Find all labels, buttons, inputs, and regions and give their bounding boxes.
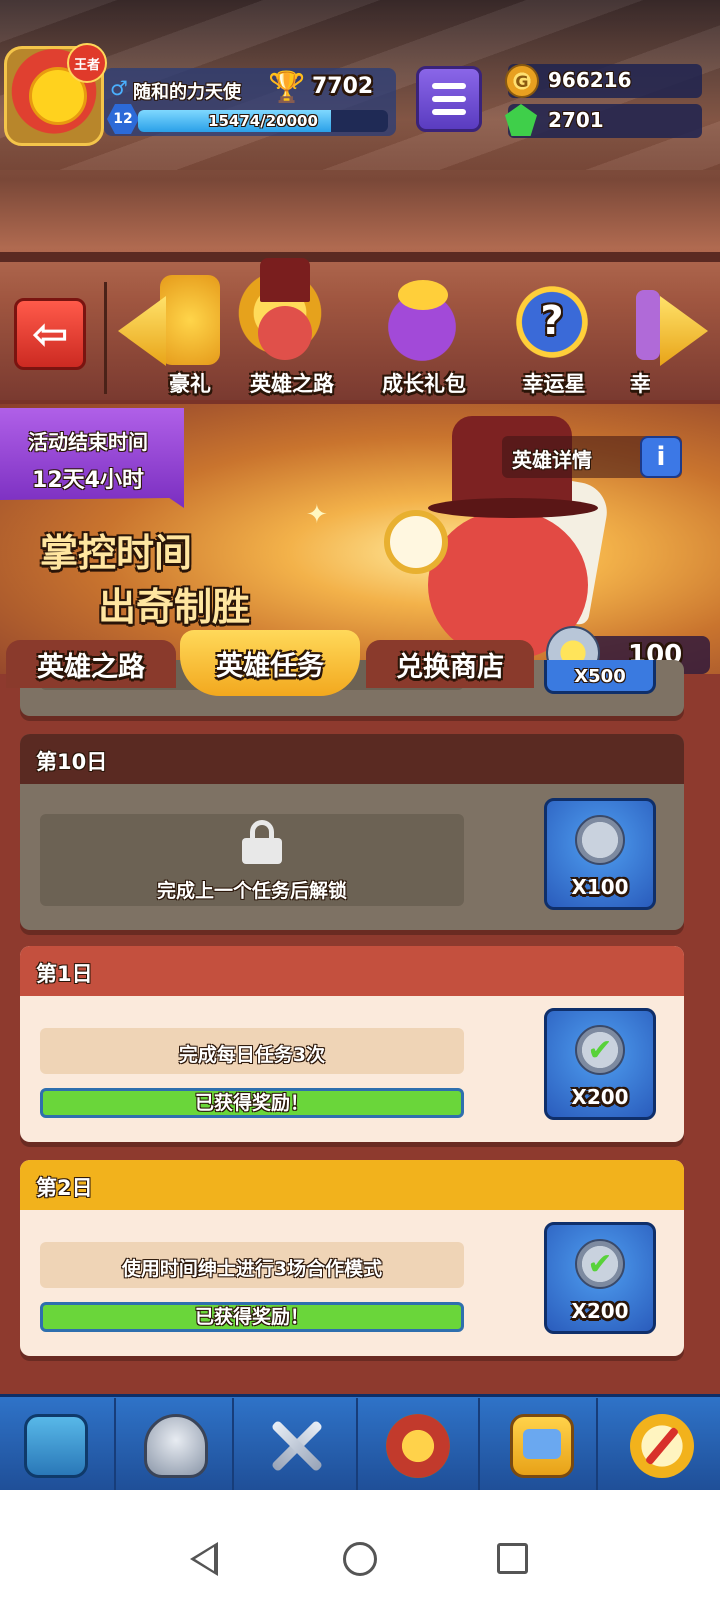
coins-icon	[398, 280, 448, 310]
reward-claimed-button[interactable]: ✔ X200	[544, 1008, 656, 1120]
tab-hero-missions[interactable]: 英雄任务	[180, 630, 360, 696]
event-timer-value: 12天4小时	[32, 468, 144, 493]
banner-slogan-line2: 出奇制胜	[98, 585, 251, 629]
mission-day-label: 第1日	[36, 962, 93, 986]
back-button[interactable]: ⇦	[14, 298, 86, 370]
player-avatar[interactable]: 王者	[4, 43, 107, 146]
event-timer-label: 活动结束时间	[28, 430, 148, 454]
tab-exchange-shop[interactable]: 兑换商店	[366, 640, 534, 688]
reward-amount: X200	[571, 1085, 629, 1109]
system-back-icon[interactable]	[190, 1542, 218, 1576]
event-label-next: 幸	[630, 372, 650, 396]
checkmark-icon: ✔	[575, 1239, 625, 1289]
system-home-icon[interactable]	[343, 1542, 377, 1576]
crown-laurel-icon[interactable]	[386, 1414, 450, 1478]
team-people-icon	[523, 1429, 561, 1459]
mission-task-text: 完成上一个任务后解锁	[156, 880, 347, 902]
nav-separator	[478, 1398, 480, 1490]
mission-day-header: 第2日	[20, 1160, 684, 1210]
mission-day-label: 第10日	[36, 750, 108, 774]
menu-line-icon	[432, 109, 466, 115]
growth-pack-event-icon[interactable]	[372, 272, 472, 372]
event-label-hero-road: 英雄之路	[250, 372, 334, 396]
mission-progress-bar: 已获得奖励！	[40, 1088, 464, 1118]
trophy-count: 7702	[312, 74, 374, 99]
menu-line-icon	[432, 96, 466, 102]
banner-slogan-line1: 掌控时间	[40, 531, 193, 575]
event-label-gift: 豪礼	[169, 372, 211, 396]
hero-face-icon	[258, 306, 312, 360]
carousel-divider	[104, 282, 107, 394]
mission-task-text: 完成每日任务3次	[178, 1044, 326, 1066]
main-menu-button[interactable]	[416, 66, 482, 132]
event-label-lucky-star: 幸运星	[522, 372, 586, 396]
mission-card-day10: 第10日 完成上一个任务后解锁 X100	[20, 734, 684, 930]
mission-status-text: 已获得奖励！	[194, 1092, 309, 1114]
gem-panel[interactable]	[508, 104, 702, 138]
lock-icon	[242, 820, 282, 864]
info-button[interactable]: i	[640, 436, 682, 478]
chest-icon[interactable]	[24, 1414, 88, 1478]
reward-amount: X100	[571, 875, 629, 899]
nav-separator	[232, 1398, 234, 1490]
mission-card-day1: 第1日 完成每日任务3次 已获得奖励！ ✔ X200	[20, 946, 684, 1142]
lucky-star-event-icon[interactable]: ?	[502, 272, 602, 372]
hero-detail-label: 英雄详情	[512, 448, 592, 472]
gold-coin-icon: G	[505, 64, 539, 98]
trophy-icon: 🏆	[268, 70, 306, 105]
mission-task-text: 使用时间绅士进行3场合作模式	[121, 1258, 383, 1280]
reward-amount: X200	[571, 1299, 629, 1323]
sparkle-icon: ✦	[306, 500, 328, 530]
checkmark-icon: ✔	[575, 1025, 625, 1075]
crossed-swords-icon[interactable]	[264, 1414, 328, 1478]
player-name: 随和的力天使	[133, 82, 241, 103]
male-gender-icon: ♂	[110, 76, 128, 100]
next-event-icon[interactable]	[636, 290, 660, 360]
mission-progress-bar: 已获得奖励！	[40, 1302, 464, 1332]
hat-brim	[428, 498, 598, 518]
reward-amount: X500	[574, 666, 626, 687]
gem-amount: 2701	[548, 108, 604, 132]
reward-claimed-button[interactable]: ✔ X200	[544, 1222, 656, 1334]
mission-day-label: 第2日	[36, 1176, 93, 1200]
gift-event-icon[interactable]	[160, 275, 220, 365]
nav-separator	[596, 1398, 598, 1490]
reward-button[interactable]: X100	[544, 798, 656, 910]
mission-status-text: 已获得奖励！	[194, 1306, 309, 1328]
helmet-icon[interactable]	[144, 1414, 208, 1478]
mission-card-day2: 第2日 使用时间绅士进行3场合作模式 已获得奖励！ ✔ X200	[20, 1160, 684, 1356]
bottom-navigation	[0, 1394, 720, 1490]
hero-token-icon	[575, 815, 625, 865]
xp-progress-bar: 15474/20000	[138, 110, 388, 132]
compass-icon[interactable]	[630, 1414, 694, 1478]
event-label-growth-pack: 成长礼包	[382, 372, 466, 396]
rank-badge: 王者	[67, 43, 107, 83]
tab-hero-road[interactable]: 英雄之路	[6, 640, 176, 688]
hero-road-event-icon[interactable]	[230, 258, 330, 368]
mission-day-header: 第10日	[20, 734, 684, 784]
team-banner-icon[interactable]	[510, 1414, 574, 1478]
pocket-watch-icon	[384, 510, 448, 574]
lock-body	[242, 838, 282, 864]
nav-separator	[356, 1398, 358, 1490]
question-mark-icon: ?	[540, 298, 564, 344]
compass-needle-icon	[644, 1426, 680, 1466]
system-recents-icon[interactable]	[497, 1543, 528, 1574]
xp-progress-text: 15474/20000	[208, 112, 318, 130]
top-hat-icon	[260, 258, 310, 302]
menu-line-icon	[432, 83, 466, 89]
gold-amount: 966216	[548, 68, 632, 92]
shelf-divider	[0, 252, 720, 262]
nav-separator	[114, 1398, 116, 1490]
mission-day-header: 第1日	[20, 946, 684, 996]
